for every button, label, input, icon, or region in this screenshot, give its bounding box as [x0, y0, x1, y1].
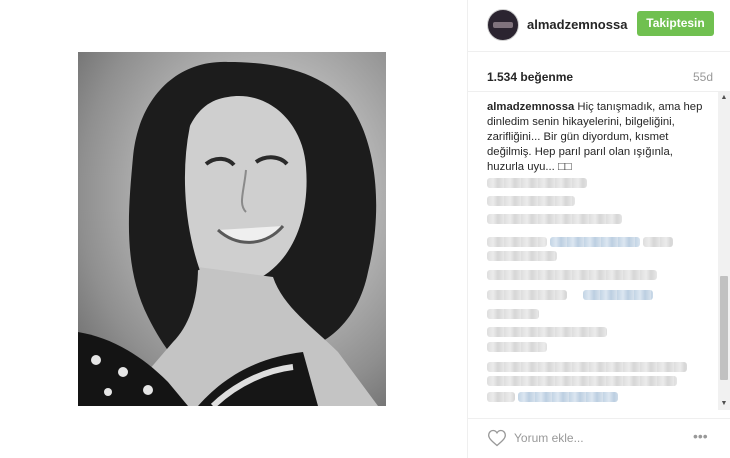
- blurred-comment: [487, 376, 677, 386]
- blurred-comment: [487, 196, 575, 206]
- caption-comment: almadzemnossa Hiç tanışmadık, ama hep di…: [487, 100, 709, 175]
- avatar-logo: [493, 22, 513, 28]
- blurred-comment: [487, 362, 687, 372]
- scroll-thumb[interactable]: [720, 276, 728, 380]
- scroll-up-icon[interactable]: ▲: [718, 92, 730, 104]
- post-sidebar: almadzemnossa Takiptesin 1.534 beğenme 5…: [467, 0, 730, 458]
- blurred-comment: [487, 251, 557, 261]
- blurred-comment: [643, 237, 673, 247]
- blurred-mention: [550, 237, 640, 247]
- blurred-comment: [487, 342, 547, 352]
- avatar[interactable]: [487, 9, 519, 41]
- comments-scrollbar[interactable]: ▲ ▼: [718, 92, 730, 410]
- blurred-comment: [487, 327, 607, 337]
- likes-row: 1.534 beğenme 55d: [468, 52, 730, 92]
- post-media-area: [0, 0, 467, 458]
- blurred-comment: [487, 392, 515, 402]
- scroll-down-icon[interactable]: ▼: [718, 398, 730, 410]
- blurred-mention: [583, 290, 653, 300]
- heart-icon[interactable]: [487, 428, 507, 448]
- post-time[interactable]: 55d: [693, 70, 713, 84]
- blurred-comment: [487, 214, 622, 224]
- likes-count[interactable]: 1.534 beğenme: [487, 70, 573, 84]
- post-photo[interactable]: [78, 52, 386, 406]
- caption-username[interactable]: almadzemnossa: [487, 101, 574, 113]
- comments-list: almadzemnossa Hiç tanışmadık, ama hep di…: [468, 92, 730, 410]
- blurred-comment: [487, 309, 539, 319]
- blurred-mention: [518, 392, 618, 402]
- post-header: almadzemnossa Takiptesin: [468, 0, 730, 52]
- post-footer: •••: [468, 418, 730, 458]
- blurred-comment: [487, 270, 657, 280]
- blurred-comment: [487, 237, 547, 247]
- comment-input[interactable]: [514, 429, 684, 447]
- portrait-illustration: [78, 61, 378, 406]
- follow-button[interactable]: Takiptesin: [637, 11, 714, 36]
- blurred-comment: [487, 178, 587, 188]
- more-options-icon[interactable]: •••: [693, 428, 717, 446]
- username-link[interactable]: almadzemnossa: [527, 17, 627, 32]
- blurred-comment: [487, 290, 567, 300]
